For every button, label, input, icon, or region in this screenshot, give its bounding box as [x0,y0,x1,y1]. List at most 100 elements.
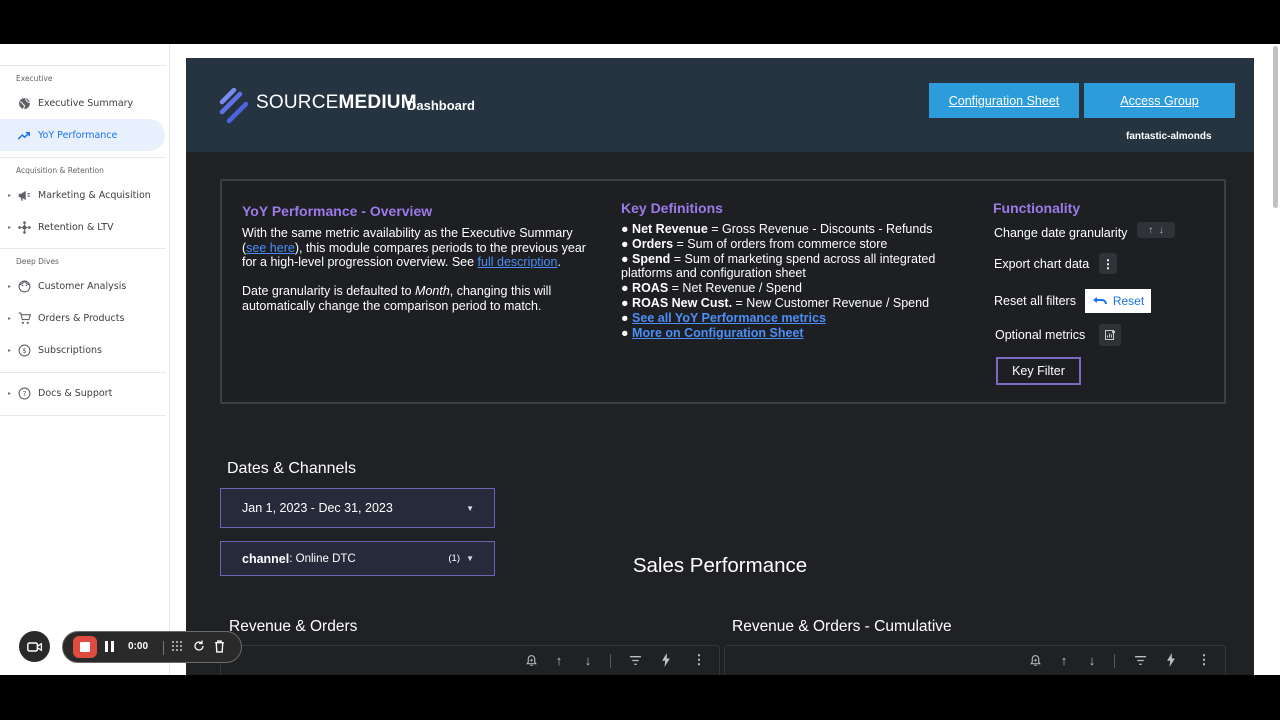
arrow-up-icon: ↑ [1148,224,1154,236]
filter-icon[interactable] [1132,652,1148,668]
sidebar-item-yoy-performance[interactable]: YoY Performance [0,119,165,151]
sidebar-item-orders-products[interactable]: ▸ Orders & Products [0,302,165,334]
brand-part: SOURCE [256,92,339,113]
definition-item: ● More on Configuration Sheet [621,326,956,341]
report-canvas: SOURCEMEDIUM Dashboard Configuration She… [186,58,1254,675]
access-group-button[interactable]: Access Group [1084,83,1235,118]
divider [610,654,611,668]
more-vert-icon[interactable]: ⋮ [691,652,707,668]
camera-button[interactable] [19,631,50,662]
dollar-circle-icon: $ [16,342,32,358]
overview-title: YoY Performance - Overview [242,203,433,219]
lightning-icon[interactable] [1163,652,1179,668]
configuration-sheet-button[interactable]: Configuration Sheet [929,83,1079,118]
stop-icon [80,642,90,652]
more-vert-icon[interactable]: ⋮ [1099,253,1117,274]
functionality-title: Functionality [993,200,1081,216]
report-header: SOURCEMEDIUM Dashboard Configuration She… [186,58,1254,152]
sort-ascending-icon[interactable]: ↑ [551,652,567,668]
section-executive: Executive [16,74,53,83]
sort-descending-icon[interactable]: ↓ [580,652,596,668]
cart-icon [16,310,32,326]
definitions-list: ● Net Revenue = Gross Revenue - Discount… [621,222,956,340]
sidebar: Executive Executive Summary YoY Performa… [0,44,170,675]
sidebar-item-label: Retention & LTV [38,221,114,233]
sidebar-item-executive-summary[interactable]: Executive Summary [0,87,165,119]
undo-icon [1092,297,1107,305]
definition: = New Customer Revenue / Spend [732,295,930,310]
granularity-arrows[interactable]: ↑ ↓ [1137,222,1175,238]
svg-text:$: $ [22,346,26,355]
help-circle-icon: ? [16,385,32,401]
configuration-sheet-link[interactable]: More on Configuration Sheet [632,326,804,340]
expand-caret-icon: ▸ [8,346,12,354]
see-here-link[interactable]: see here [246,241,295,255]
divider [0,415,166,416]
definition: = Gross Revenue - Discounts - Refunds [707,222,933,236]
megaphone-icon [16,187,32,203]
recorder-controls: 0:00 [62,631,242,663]
divider [1114,654,1115,668]
stop-recording-button[interactable] [73,636,97,658]
reset-button[interactable]: Reset [1085,289,1151,313]
definition-item: ● ROAS New Cust. = New Customer Revenue … [621,296,956,311]
bullet: ● [621,325,629,340]
bullet: ● [621,281,629,296]
delete-icon[interactable] [214,640,225,656]
hub-icon [16,219,32,235]
reset-label: Reset [1112,294,1145,308]
grid-dots-icon[interactable] [171,640,183,655]
chart-settings-icon[interactable] [1099,324,1121,346]
sort-descending-icon[interactable]: ↓ [1084,652,1100,668]
dropdown-caret-icon: ▼ [466,503,474,513]
bullet: ● [621,236,629,251]
pause-icon[interactable] [105,641,114,655]
yoy-metrics-link[interactable]: See all YoY Performance metrics [632,311,826,325]
expand-caret-icon: ▸ [8,282,12,290]
term: Spend [632,251,671,266]
reset-filters-label: Reset all filters [994,294,1076,308]
date-range-picker[interactable]: Jan 1, 2023 - Dec 31, 2023 ▼ [220,488,495,528]
sidebar-item-marketing-acquisition[interactable]: ▸ Marketing & Acquisition [0,179,165,211]
term: Net Revenue [632,222,708,236]
sidebar-item-docs-support[interactable]: ▸ ? Docs & Support [0,377,165,409]
sourcemedium-logo-icon [219,88,249,124]
chart-title-revenue-orders-cumulative: Revenue & Orders - Cumulative [732,618,952,635]
export-label: Export chart data [994,257,1090,271]
sidebar-item-subscriptions[interactable]: ▸ $ Subscriptions [0,334,165,366]
sales-performance-title: Sales Performance [632,554,808,577]
definition-item: ● Spend = Sum of marketing spend across … [621,252,956,282]
alert-bell-icon[interactable] [1027,652,1043,668]
browser-content: Executive Executive Summary YoY Performa… [0,44,1280,675]
sidebar-item-customer-analysis[interactable]: ▸ Customer Analysis [0,270,165,302]
dates-channels-label: Dates & Channels [227,460,356,477]
brand-part: MEDIUM [338,92,417,113]
filter-icon[interactable] [627,652,643,668]
expand-caret-icon: ▸ [8,191,12,199]
key-filter-button[interactable]: Key Filter [996,357,1081,385]
full-description-link[interactable]: full description [478,255,558,269]
sort-ascending-icon[interactable]: ↑ [1056,652,1072,668]
divider [0,372,166,373]
more-vert-icon[interactable]: ⋮ [1196,652,1212,668]
restart-icon[interactable] [193,640,205,655]
vertical-scrollbar[interactable] [1271,44,1280,675]
bullet: ● [621,310,629,325]
sidebar-item-label: Orders & Products [38,312,125,324]
chart-toolbar: ↑ ↓ ⋮ [220,645,720,675]
recording-timer: 0:00 [128,641,149,652]
scrollbar-thumb[interactable] [1273,46,1278,208]
bullet: ● [621,251,629,266]
lightning-icon[interactable] [658,652,674,668]
globe-icon [16,95,32,111]
sidebar-item-label: Docs & Support [38,387,113,399]
definition-item: ● Net Revenue = Gross Revenue - Discount… [621,222,956,237]
sidebar-item-label: Marketing & Acquisition [38,189,151,201]
overview-description: With the same metric availability as the… [242,226,587,314]
sidebar-item-retention-ltv[interactable]: ▸ Retention & LTV [0,211,165,243]
alert-bell-icon[interactable] [523,652,539,668]
change-granularity-label: Change date granularity [994,226,1128,240]
definitions-title: Key Definitions [621,200,723,216]
overview-card: YoY Performance - Overview With the same… [220,179,1226,404]
face-icon [16,278,32,294]
